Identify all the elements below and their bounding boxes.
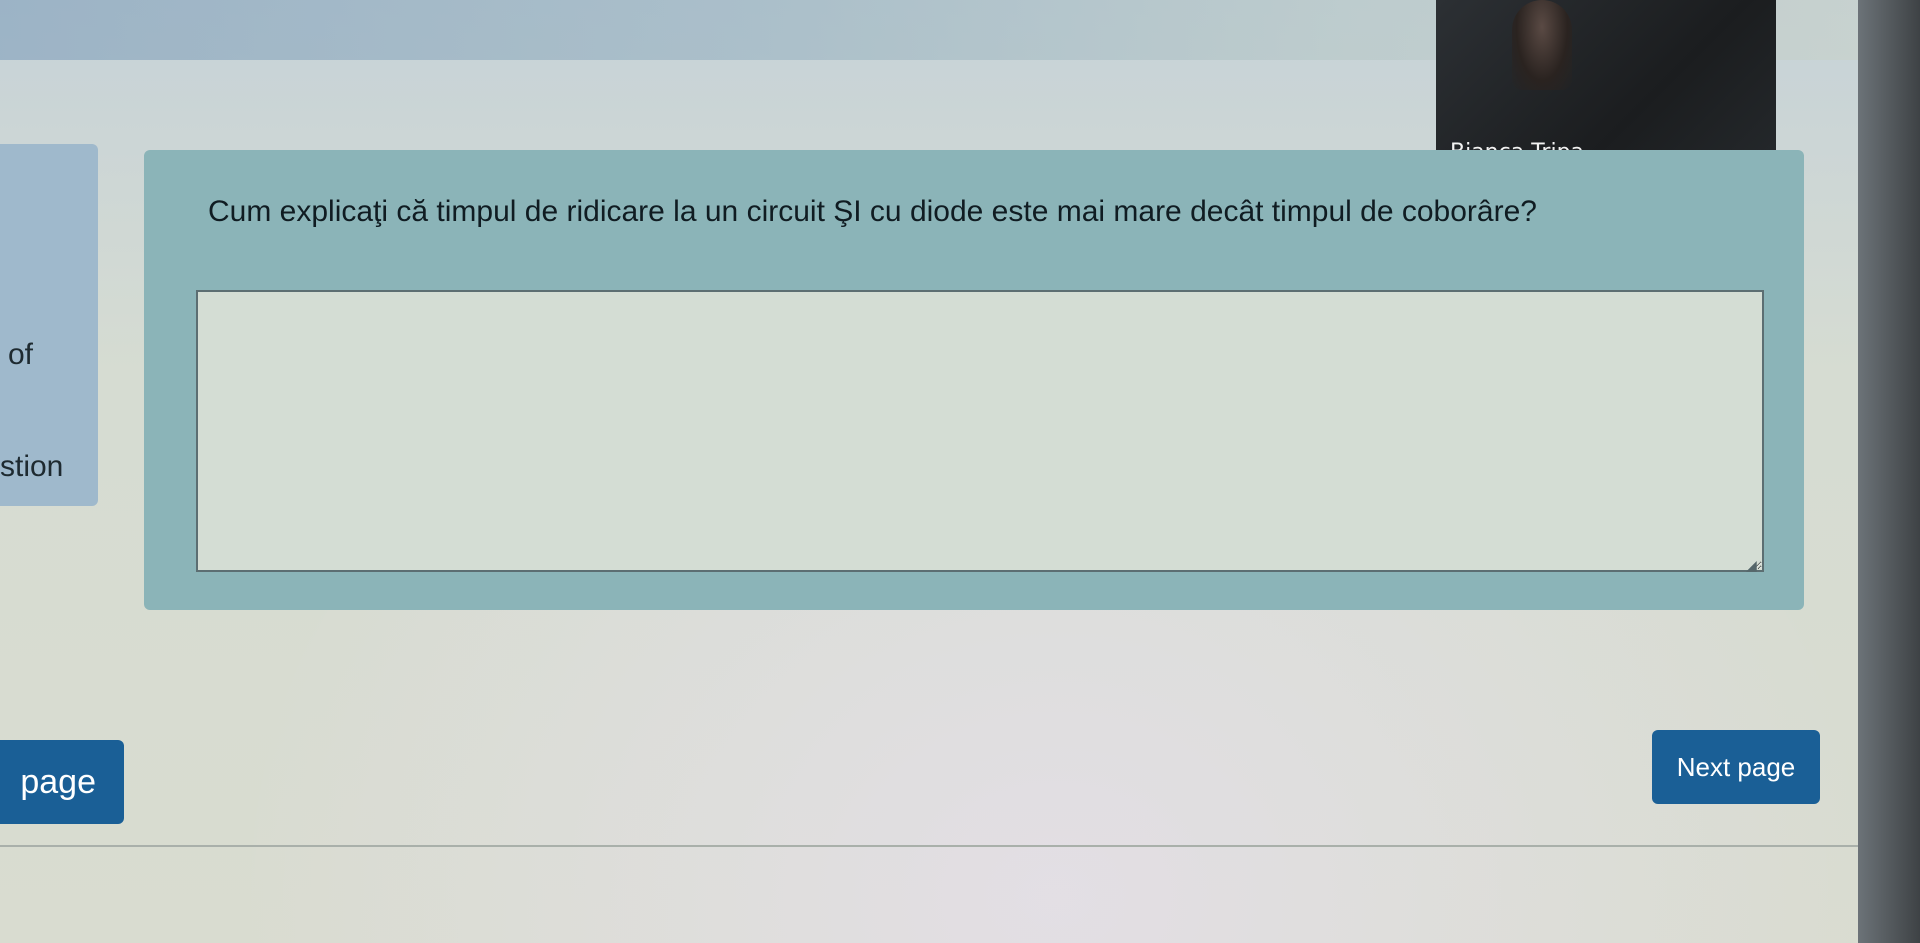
previous-page-button[interactable]: page (0, 740, 124, 824)
question-text: Cum explicaţi că timpul de ridicare la u… (208, 195, 1537, 228)
participant-video-feed (1512, 0, 1572, 90)
quiz-navigation-text: of (8, 338, 34, 371)
answer-textarea[interactable] (196, 290, 1764, 572)
screen-bezel (1858, 0, 1920, 943)
next-page-button[interactable]: Next page (1652, 730, 1820, 804)
quiz-navigation-text: stion (0, 450, 64, 483)
divider (0, 845, 1858, 847)
resize-handle-icon[interactable]: ◢ (1746, 558, 1760, 572)
